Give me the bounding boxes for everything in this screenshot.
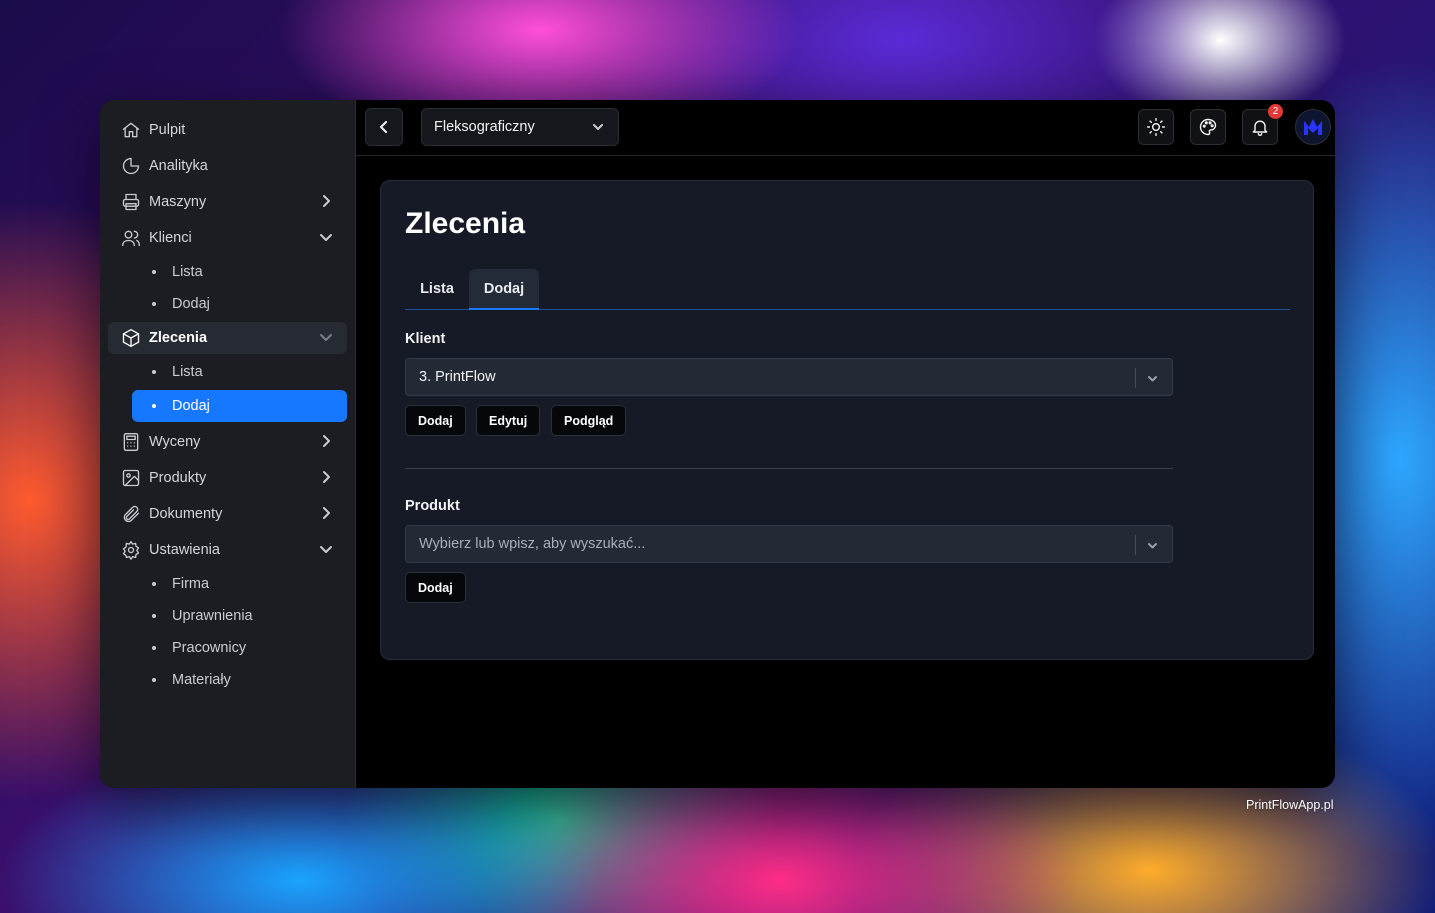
client-select-value: 3. PrintFlow [419,369,496,385]
palette-icon [1199,118,1217,136]
sun-icon [1146,117,1166,137]
theme-toggle-button[interactable] [1138,109,1174,145]
bullet-icon [152,370,156,374]
sidebar-subitem-label: Pracownicy [172,640,247,656]
image-icon [120,467,142,489]
bullet-icon [152,270,156,274]
sidebar-subitem-pracownicy[interactable]: Pracownicy [132,634,347,662]
sidebar-subitem-zlecenia-lista[interactable]: Lista [132,358,347,386]
sidebar-subitem-label: Dodaj [172,398,210,414]
topbar: Fleksograficzny 2 [356,100,1335,156]
chevron-right-icon [319,194,333,208]
sidebar-subitem-zlecenia-dodaj[interactable]: Dodaj [132,390,347,422]
sidebar-subitem-label: Dodaj [172,296,210,312]
sidebar-subitem-label: Lista [172,264,203,280]
page-title: Zlecenia [405,207,526,240]
sidebar-item-label: Maszyny [149,194,207,210]
sidebar-item-maszyny[interactable]: Maszyny [108,186,347,218]
sidebar-subitem-label: Lista [172,364,203,380]
sidebar-item-analityka[interactable]: Analityka [108,150,347,182]
chevron-down-icon [1147,539,1158,550]
sidebar-subitem-label: Uprawnienia [172,608,253,624]
sidebar-item-label: Ustawienia [149,542,220,558]
chevron-right-icon [319,434,333,448]
product-select[interactable]: Wybierz lub wpisz, aby wyszukać... [405,525,1173,563]
sidebar-item-pulpit[interactable]: Pulpit [108,114,347,146]
client-select[interactable]: 3. PrintFlow [405,358,1173,396]
section-divider [405,468,1173,469]
sidebar-item-label: Zlecenia [149,330,208,346]
bullet-icon [152,678,156,682]
sidebar-item-produkty[interactable]: Produkty [108,462,347,494]
sidebar: Pulpit Analityka Maszyny Klienci Lista D… [100,100,356,788]
sidebar-subitem-klienci-lista[interactable]: Lista [132,258,347,286]
home-icon [120,119,142,141]
add-client-button[interactable]: Dodaj [405,405,466,436]
users-icon [120,227,142,249]
chevron-down-icon [592,121,604,133]
chevron-right-icon [319,470,333,484]
product-label: Produkt [405,498,460,514]
sidebar-subitem-klienci-dodaj[interactable]: Dodaj [132,290,347,318]
pie-chart-icon [120,155,142,177]
chevron-down-icon [319,230,333,244]
sidebar-item-klienci[interactable]: Klienci [108,222,347,254]
select-separator [1135,535,1136,555]
bullet-icon [152,582,156,586]
preview-client-button[interactable]: Podgląd [551,405,627,436]
watermark: PrintFlowApp.pl [1246,798,1334,812]
sidebar-item-label: Klienci [149,230,192,246]
product-select-placeholder: Wybierz lub wpisz, aby wyszukać... [419,536,646,552]
sidebar-subitem-label: Materiały [172,672,231,688]
notifications-button[interactable]: 2 [1242,104,1283,145]
tab-bar: Lista Dodaj [405,269,1290,310]
sidebar-item-label: Dokumenty [149,506,223,522]
app-window: Pulpit Analityka Maszyny Klienci Lista D… [100,100,1335,788]
paperclip-icon [120,503,142,525]
printer-icon [120,191,142,213]
tab-lista[interactable]: Lista [405,269,469,309]
sidebar-item-label: Produkty [149,470,207,486]
edit-client-button[interactable]: Edytuj [476,405,541,436]
tab-dodaj[interactable]: Dodaj [469,269,539,310]
sidebar-item-ustawienia[interactable]: Ustawienia [108,534,347,566]
add-product-button[interactable]: Dodaj [405,572,466,603]
bullet-icon [152,614,156,618]
sidebar-item-wyceny[interactable]: Wyceny [108,426,347,458]
sidebar-subitem-uprawnienia[interactable]: Uprawnienia [132,602,347,630]
main-area: Fleksograficzny 2 Zlecenia Lista Dodaj K… [356,100,1335,788]
sidebar-item-label: Pulpit [149,122,186,138]
notification-badge: 2 [1268,104,1283,119]
user-avatar-logo-icon [1304,119,1322,135]
sidebar-item-label: Wyceny [149,434,201,450]
palette-button[interactable] [1190,109,1226,145]
bell-icon [1252,120,1268,136]
sidebar-item-label: Analityka [149,158,208,174]
sidebar-subitem-firma[interactable]: Firma [132,570,347,598]
collapse-sidebar-button[interactable] [365,108,403,146]
sidebar-item-zlecenia[interactable]: Zlecenia [108,322,347,354]
orders-card: Zlecenia Lista Dodaj Klient 3. PrintFlow… [380,180,1314,660]
gear-icon [120,539,142,561]
sidebar-subitem-materialy[interactable]: Materiały [132,666,347,694]
avatar[interactable] [1295,109,1331,145]
calculator-icon [120,431,142,453]
bullet-icon [152,646,156,650]
chevron-down-icon [1147,372,1158,383]
chevron-right-icon [319,506,333,520]
select-separator [1135,368,1136,388]
box-icon [120,327,142,349]
sidebar-subitem-label: Firma [172,576,210,592]
bullet-icon [152,302,156,306]
bullet-icon [152,404,156,408]
client-label: Klient [405,331,446,347]
chevron-down-icon [319,330,333,344]
chevron-down-icon [319,542,333,556]
sidebar-item-dokumenty[interactable]: Dokumenty [108,498,347,530]
department-select-value: Fleksograficzny [434,119,535,135]
department-select[interactable]: Fleksograficzny [421,108,619,146]
chevron-left-icon [379,120,388,134]
